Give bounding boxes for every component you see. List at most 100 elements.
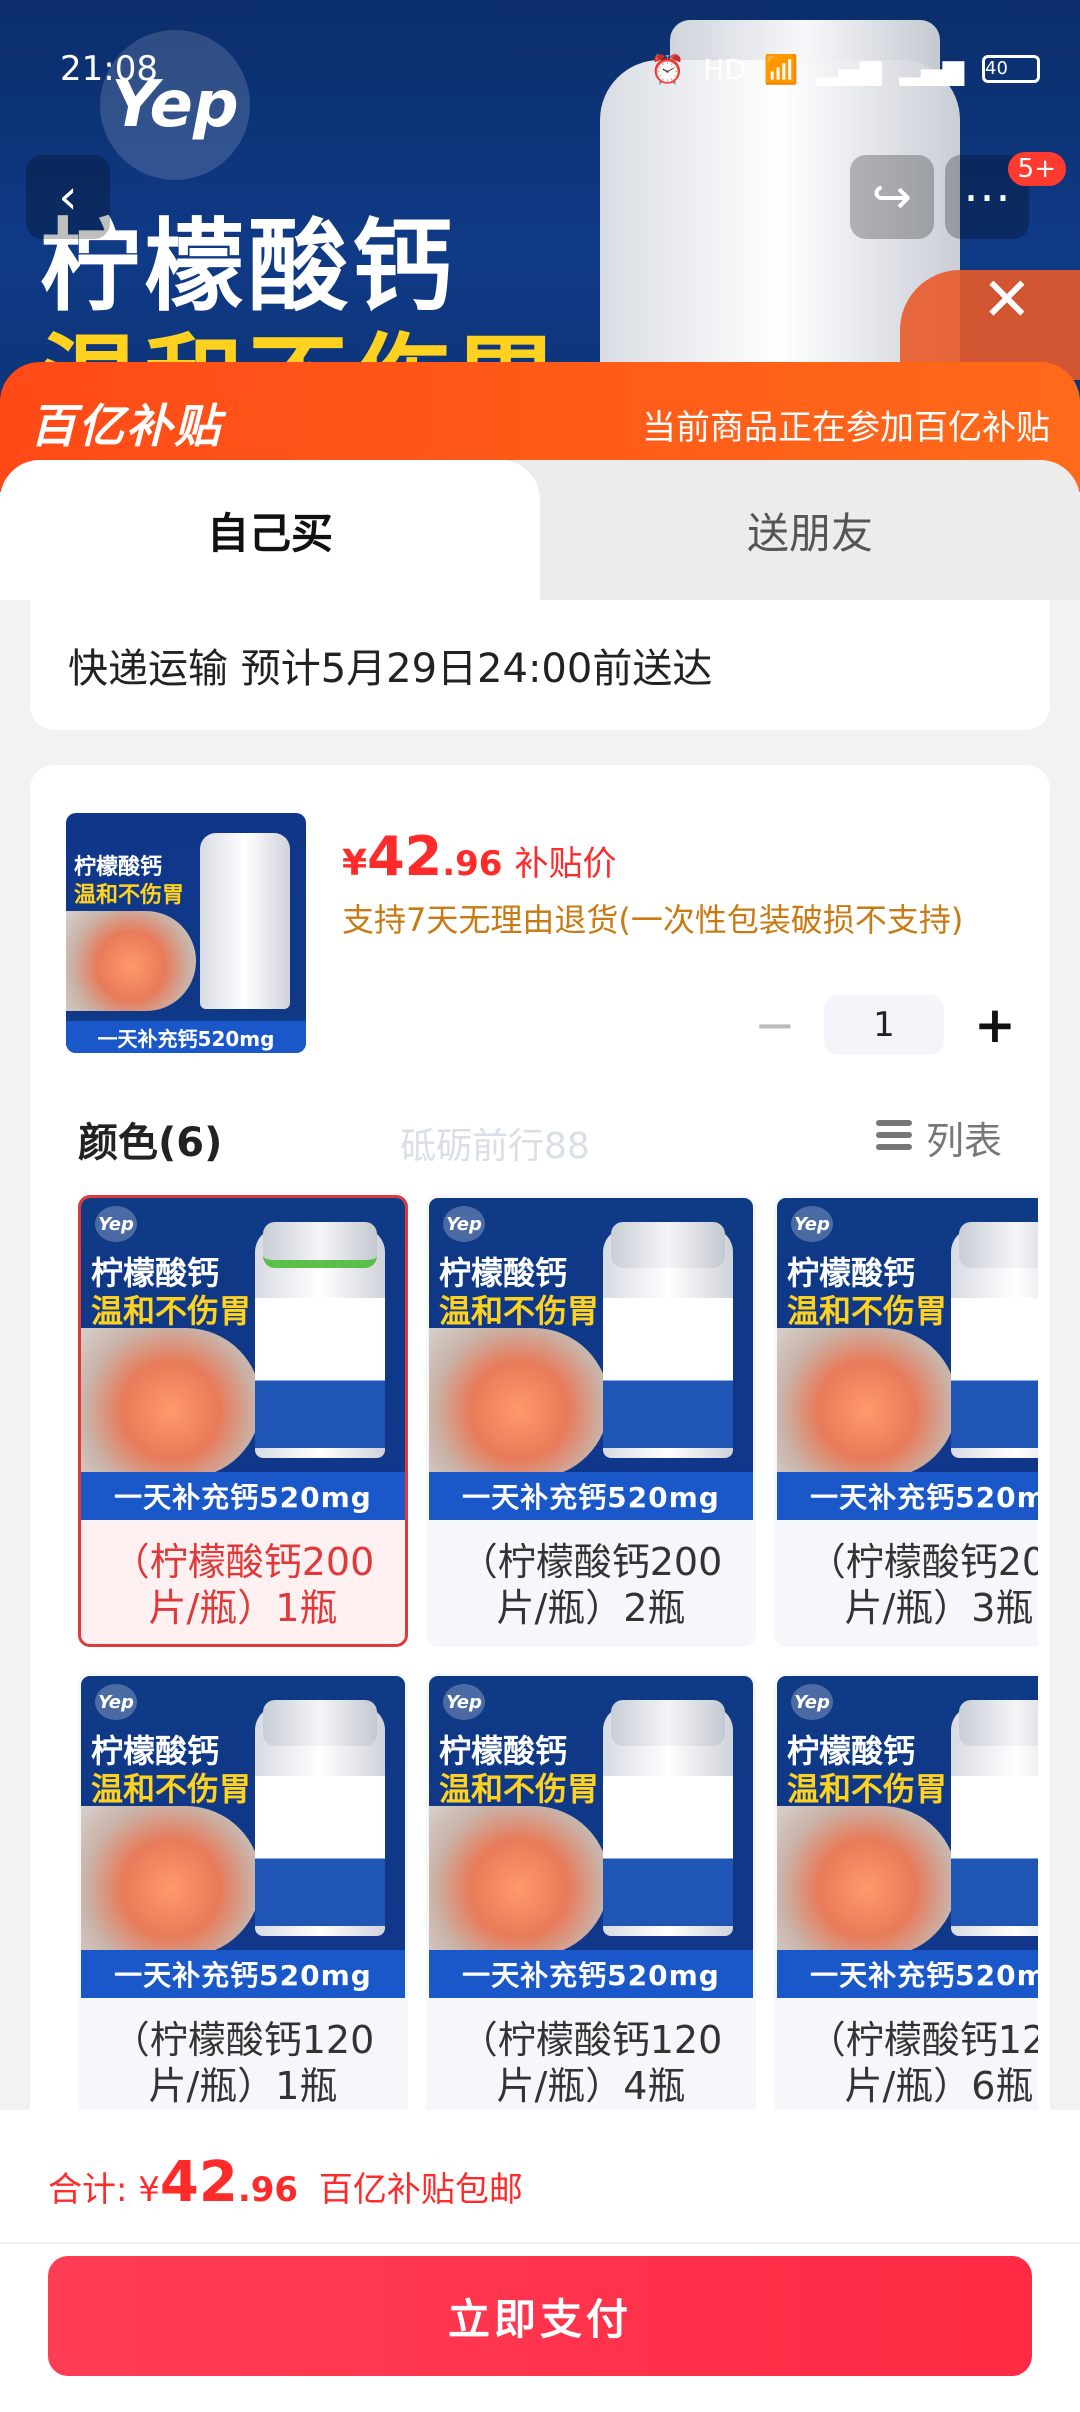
- share-icon: ↪: [871, 169, 913, 225]
- status-icons: ⏰ HD 📶 ▂▄▆ ▂▄▆ 40: [650, 53, 1040, 86]
- option-label: （柠檬酸钙200片/瓶）1瓶: [111, 1540, 375, 1630]
- status-time: 21:08: [60, 49, 158, 89]
- brand-logo: Yep: [443, 1684, 485, 1720]
- knee-image: [81, 1806, 261, 1956]
- battery-icon: 40: [982, 55, 1040, 83]
- option-card[interactable]: Yep 柠檬酸钙 温和不伤胃 一天补充钙520mg （柠檬酸钙120片/瓶）1瓶: [78, 1673, 408, 2110]
- option-label: （柠檬酸钙120片/瓶）6瓶: [807, 2018, 1038, 2108]
- purchase-tabs: 自己买 送朋友: [0, 460, 1080, 600]
- price-symbol: ¥: [342, 843, 368, 884]
- checkout-bar: 合计: ¥42.96 百亿补贴包邮 立即支付: [0, 2110, 1080, 2412]
- option-image-bar: 一天补充钙520mg: [429, 1950, 753, 1998]
- price-integer: 42: [367, 825, 443, 888]
- brand-logo: Yep: [791, 1206, 833, 1242]
- product-price: ¥42.96 补贴价: [342, 825, 616, 888]
- brand-logo: Yep: [95, 1206, 137, 1242]
- list-view-button[interactable]: 列表: [875, 1110, 1002, 1165]
- more-icon: ⋯: [963, 169, 1011, 225]
- subsidy-brand: 百亿补贴: [30, 399, 222, 453]
- notification-badge: 5+: [1007, 152, 1066, 186]
- option-image-bar: 一天补充钙520mg: [429, 1472, 753, 1520]
- total-integer: 42: [159, 2150, 238, 2215]
- option-label: （柠檬酸钙120片/瓶）4瓶: [459, 2018, 723, 2108]
- order-total: 合计: ¥42.96 百亿补贴包邮: [48, 2150, 523, 2215]
- brand-logo: Yep: [95, 1684, 137, 1720]
- option-card[interactable]: Yep 柠檬酸钙 温和不伤胃 一天补充钙520mg （柠檬酸钙200片/瓶）2瓶: [426, 1195, 756, 1647]
- option-image-line-2: 温和不伤胃: [439, 1770, 600, 1808]
- quantity-field[interactable]: 1: [824, 995, 944, 1055]
- bottle-image: [603, 1222, 733, 1458]
- option-image-line-2: 温和不伤胃: [787, 1770, 948, 1808]
- pay-now-button[interactable]: 立即支付: [48, 2256, 1032, 2376]
- option-image: Yep 柠檬酸钙 温和不伤胃 一天补充钙520mg: [81, 1676, 405, 1998]
- options-row: Yep 柠檬酸钙 温和不伤胃 一天补充钙520mg （柠檬酸钙120片/瓶）1瓶…: [78, 1673, 1038, 2110]
- option-image-bar: 一天补充钙520mg: [81, 1950, 405, 1998]
- knee-image: [777, 1328, 957, 1478]
- options-grid: Yep 柠檬酸钙 温和不伤胃 一天补充钙520mg （柠檬酸钙200片/瓶）1瓶…: [78, 1195, 1038, 2110]
- product-card: 柠檬酸钙 温和不伤胃 一天补充钙520mg ¥42.96 补贴价 支持7天无理由退…: [30, 765, 1050, 2110]
- quantity-stepper: − 1 +: [754, 995, 1016, 1055]
- bottle-image: [951, 1222, 1038, 1458]
- delivery-info: 快递运输 预计5月29日24:00前送达: [30, 600, 1050, 730]
- option-image: Yep 柠檬酸钙 温和不伤胃 一天补充钙520mg: [777, 1198, 1038, 1520]
- back-button[interactable]: ‹: [26, 155, 110, 239]
- status-bar: 21:08 ⏰ HD 📶 ▂▄▆ ▂▄▆ 40: [60, 44, 1040, 94]
- options-title: 颜色(6): [78, 1120, 223, 1166]
- knee-image: [429, 1806, 609, 1956]
- decrease-button[interactable]: −: [754, 996, 796, 1054]
- tab-buy-for-self[interactable]: 自己买: [0, 460, 540, 600]
- close-icon[interactable]: ✕: [982, 270, 1032, 330]
- total-note: 百亿补贴包邮: [318, 2170, 523, 2210]
- share-button[interactable]: ↪: [850, 155, 934, 239]
- list-view-label: 列表: [925, 1119, 1002, 1163]
- option-image-bar: 一天补充钙520mg: [81, 1472, 405, 1520]
- brand-logo: Yep: [791, 1684, 833, 1720]
- alarm-icon: ⏰: [650, 52, 686, 86]
- signal-icon: ▂▄▆: [816, 52, 882, 86]
- list-icon: [875, 1119, 912, 1156]
- price-decimal: .96: [442, 844, 503, 884]
- divider: [0, 2242, 1080, 2244]
- total-decimal: .96: [237, 2170, 299, 2210]
- knee-image: [777, 1806, 957, 1956]
- bottle-image: [255, 1700, 385, 1936]
- subsidy-note: 当前商品正在参加百亿补贴: [642, 408, 1050, 448]
- tab-send-to-friend[interactable]: 送朋友: [540, 460, 1080, 600]
- option-image: Yep 柠檬酸钙 温和不伤胃 一天补充钙520mg: [429, 1676, 753, 1998]
- option-image: Yep 柠檬酸钙 温和不伤胃 一天补充钙520mg: [81, 1198, 405, 1520]
- return-policy: 支持7天无理由退货(一次性包装破损不支持): [342, 901, 964, 939]
- option-image-bar: 一天补充钙520mg: [777, 1950, 1038, 1998]
- chevron-left-icon: ‹: [58, 169, 78, 225]
- option-image-bar: 一天补充钙520mg: [777, 1472, 1038, 1520]
- option-card[interactable]: Yep 柠檬酸钙 温和不伤胃 一天补充钙520mg （柠檬酸钙120片/瓶）6瓶: [774, 1673, 1038, 2110]
- thumb-bar: 一天补充钙520mg: [66, 1021, 306, 1053]
- price-label: 补贴价: [514, 844, 617, 884]
- wifi-icon: 📶: [763, 52, 799, 86]
- option-image-line-2: 温和不伤胃: [91, 1292, 252, 1330]
- option-card[interactable]: Yep 柠檬酸钙 温和不伤胃 一天补充钙520mg （柠檬酸钙200片/瓶）1瓶: [78, 1195, 408, 1647]
- total-symbol: ¥: [138, 2170, 160, 2210]
- option-label: （柠檬酸钙200片/瓶）3瓶: [807, 1540, 1038, 1630]
- signal-icon-2: ▂▄▆: [899, 52, 964, 86]
- increase-button[interactable]: +: [974, 996, 1016, 1054]
- watermark: 砥砺前行88: [400, 1126, 590, 1167]
- bottle-image: [255, 1222, 385, 1458]
- hd-icon: HD: [703, 52, 746, 86]
- options-row: Yep 柠檬酸钙 温和不伤胃 一天补充钙520mg （柠檬酸钙200片/瓶）1瓶…: [78, 1195, 1038, 1647]
- option-image-line-2: 温和不伤胃: [787, 1292, 948, 1330]
- purchase-sheet: 自己买 送朋友 快递运输 预计5月29日24:00前送达 柠檬酸钙 温和不伤胃 …: [0, 460, 1080, 2110]
- option-card[interactable]: Yep 柠檬酸钙 温和不伤胃 一天补充钙520mg （柠檬酸钙200片/瓶）3瓶: [774, 1195, 1038, 1647]
- knee-image: [81, 1328, 261, 1478]
- bottle-image: [603, 1700, 733, 1936]
- brand-logo: Yep: [443, 1206, 485, 1242]
- bottle-image: [200, 833, 290, 1009]
- option-image-line-2: 温和不伤胃: [439, 1292, 600, 1330]
- option-label: （柠檬酸钙200片/瓶）2瓶: [459, 1540, 723, 1630]
- thumb-line-2: 温和不伤胃: [74, 883, 185, 908]
- option-image: Yep 柠檬酸钙 温和不伤胃 一天补充钙520mg: [777, 1676, 1038, 1998]
- product-thumbnail: 柠檬酸钙 温和不伤胃 一天补充钙520mg: [66, 813, 306, 1053]
- option-card[interactable]: Yep 柠檬酸钙 温和不伤胃 一天补充钙520mg （柠檬酸钙120片/瓶）4瓶: [426, 1673, 756, 2110]
- total-label: 合计:: [48, 2170, 139, 2210]
- delivery-text: 快递运输 预计5月29日24:00前送达: [68, 646, 713, 692]
- option-image-line-2: 温和不伤胃: [91, 1770, 252, 1808]
